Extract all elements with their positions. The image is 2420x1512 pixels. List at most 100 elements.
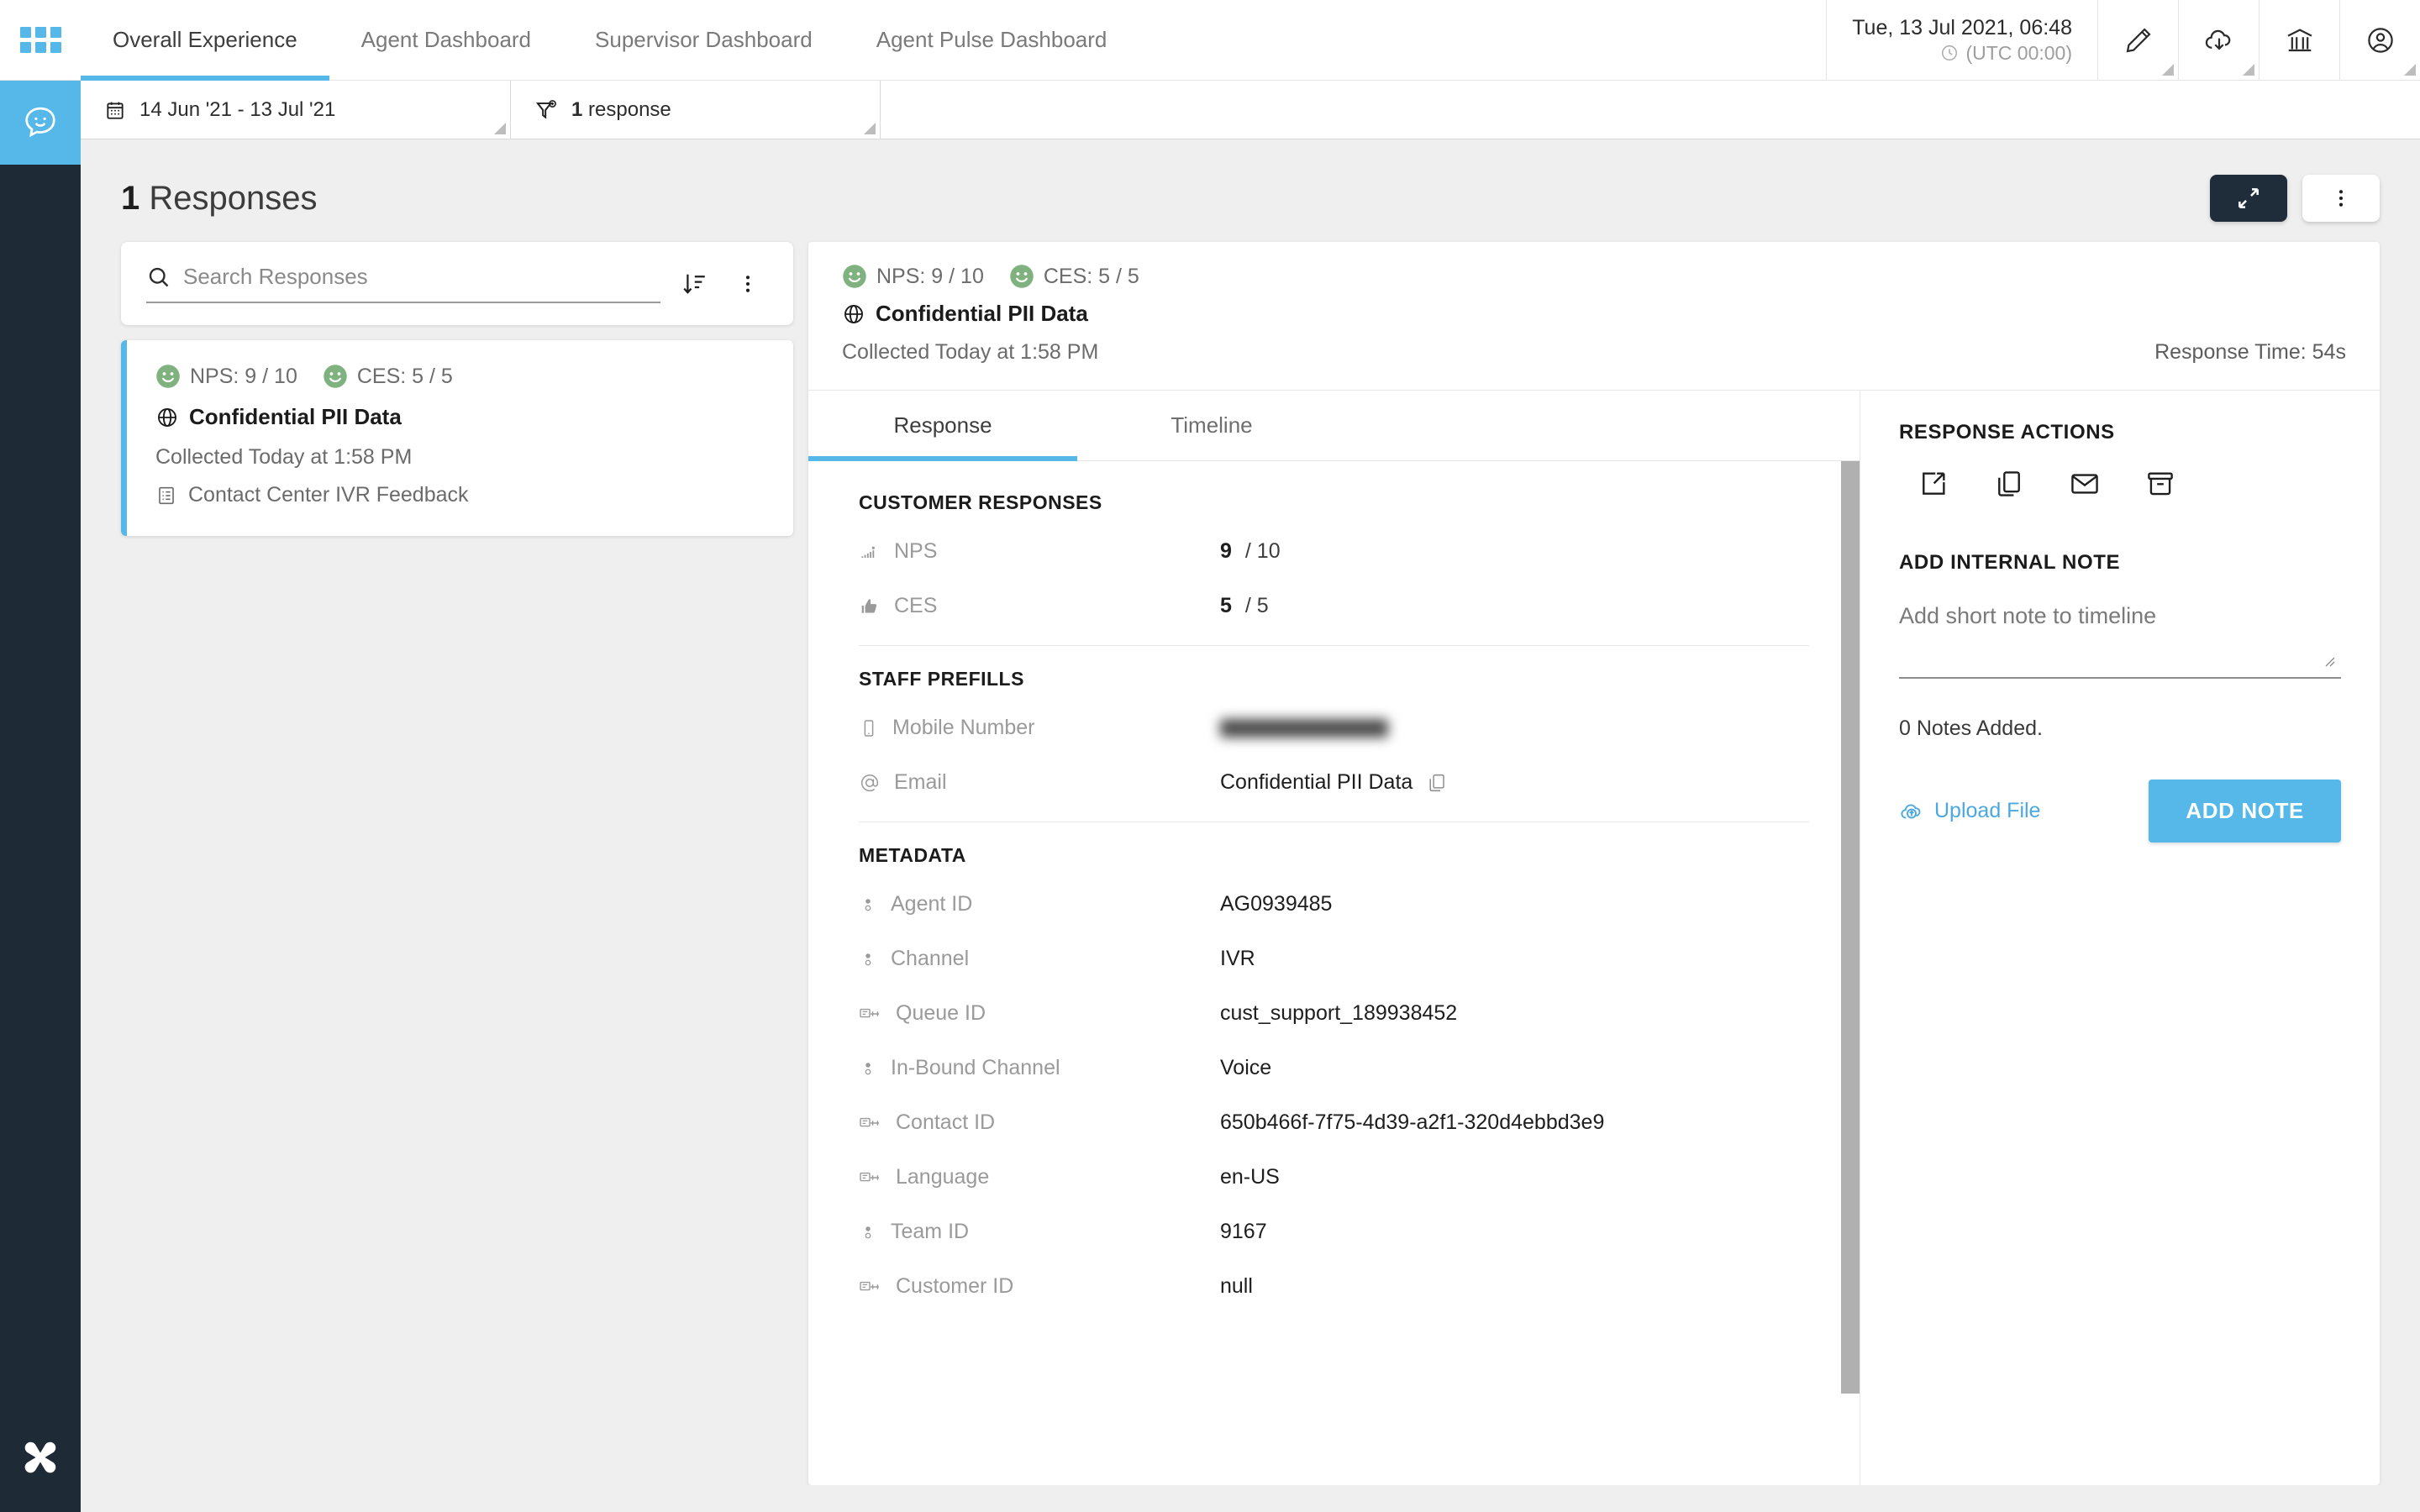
institution-button[interactable] — [2259, 0, 2339, 80]
detail-ces-label: CES: 5 / 5 — [1043, 264, 1139, 288]
notes-count-label: 0 Notes Added. — [1899, 717, 2043, 740]
tab-agent-pulse-dashboard[interactable]: Agent Pulse Dashboard — [844, 0, 1139, 80]
text-field-icon — [860, 1172, 879, 1181]
field-value-text: AG0939485 — [1220, 892, 1333, 916]
field-label: Team ID — [859, 1220, 1220, 1244]
page-header: 1 Responses — [81, 139, 2420, 242]
field-value-redacted — [1220, 718, 1388, 738]
bank-institution-icon — [2287, 28, 2312, 51]
sort-button[interactable] — [672, 270, 716, 297]
list-item-title-text: Confidential PII Data — [189, 404, 402, 429]
tab-label: Agent Dashboard — [360, 27, 532, 52]
filter-add-icon — [535, 99, 556, 119]
edit-button[interactable] — [2097, 0, 2178, 80]
field-label: Queue ID — [859, 1001, 1220, 1026]
apps-launcher-button[interactable] — [0, 0, 81, 81]
tab-label: Response — [893, 412, 992, 438]
open-external-button[interactable] — [1918, 468, 1949, 504]
detail-title: Confidential PII Data — [842, 301, 2346, 327]
response-actions-pane: RESPONSE ACTIONS ADD INTERNAL NOTE Add s… — [1860, 391, 2380, 1485]
left-rail — [0, 0, 81, 1512]
scrollbar-thumb[interactable] — [1841, 461, 1860, 1394]
main-area: Overall Experience Agent Dashboard Super… — [81, 0, 2420, 1512]
section-heading-metadata: METADATA — [859, 844, 966, 866]
response-filter-label: 1 response — [571, 98, 671, 122]
sort-descending-icon — [683, 274, 705, 294]
field-label: Language — [859, 1165, 1220, 1189]
tab-overall-experience[interactable]: Overall Experience — [81, 0, 329, 81]
copy-duplicate-button[interactable] — [1993, 468, 2025, 504]
dropdown-corner — [2243, 64, 2254, 76]
field-label-text: In-Bound Channel — [891, 1056, 1060, 1079]
list-item[interactable]: NPS: 9 / 10 CES: 5 / 5 Confidential PII … — [121, 340, 793, 536]
calendar-icon — [107, 102, 124, 119]
tab-agent-dashboard[interactable]: Agent Dashboard — [329, 0, 563, 80]
add-note-button[interactable]: ADD NOTE — [2149, 780, 2341, 843]
user-account-button[interactable] — [2339, 0, 2420, 80]
timezone-display: (UTC 00:00) — [1940, 42, 2072, 65]
field-value-number: 5 — [1220, 594, 1232, 617]
response-action-buttons — [1899, 468, 2341, 504]
field-value: AG0939485 — [1220, 892, 1332, 916]
field-value-text: null — [1220, 1274, 1253, 1298]
date-range-filter[interactable]: 14 Jun '21 - 13 Jul '21 — [81, 81, 511, 139]
detail-scores: NPS: 9 / 10 CES: 5 / 5 — [842, 264, 2346, 289]
upload-file-button[interactable]: Upload File — [1899, 799, 2040, 824]
archive-button[interactable] — [2144, 468, 2176, 504]
response-filter[interactable]: 1 response — [511, 81, 881, 139]
datetime-display: Tue, 13 Jul 2021, 06:48 (UTC 00:00) — [1826, 0, 2097, 80]
field-value: null — [1220, 1274, 1253, 1299]
search-input[interactable] — [183, 264, 660, 290]
dashboard-tabs: Overall Experience Agent Dashboard Super… — [81, 0, 1139, 81]
field-value-text: IVR — [1220, 947, 1255, 970]
thumbs-up-icon — [861, 598, 877, 613]
tab-label: Agent Pulse Dashboard — [876, 27, 1107, 52]
sidebar-item-feedback[interactable] — [0, 81, 81, 165]
timezone-label: (UTC 00:00) — [1965, 41, 2072, 64]
responses-label: Responses — [149, 179, 318, 217]
tab-label: Timeline — [1171, 412, 1253, 438]
dropdown-corner — [2162, 64, 2174, 76]
field-value-text: 650b466f-7f75-4d39-a2f1-320d4ebbd3e9 — [1220, 1110, 1605, 1134]
page-header-actions — [2210, 175, 2380, 222]
tab-timeline[interactable]: Timeline — [1077, 391, 1346, 460]
copy-icon[interactable] — [1426, 772, 1448, 794]
field-value: Voice — [1220, 1056, 1271, 1080]
field-row-contact-id: Contact ID 650b466f-7f75-4d39-a2f1-320d4… — [859, 1095, 1809, 1150]
detail-collected: Collected Today at 1:58 PM — [842, 340, 1099, 364]
expand-button[interactable] — [2210, 175, 2287, 222]
search-card — [121, 242, 793, 325]
list-more-button[interactable] — [728, 272, 768, 296]
cloud-download-icon — [2205, 29, 2230, 50]
tab-supervisor-dashboard[interactable]: Supervisor Dashboard — [563, 0, 844, 80]
field-label: Channel — [859, 947, 1220, 971]
detail-nps-label: NPS: 9 / 10 — [876, 264, 984, 288]
response-list-column: NPS: 9 / 10 CES: 5 / 5 — [121, 242, 793, 1485]
internal-note-input[interactable] — [1899, 598, 2341, 679]
staff-prefills-rows: Mobile Number Email Confidential PII Dat… — [859, 701, 1809, 810]
download-button[interactable] — [2178, 0, 2259, 80]
smiley-happy-icon — [843, 265, 866, 288]
field-value-text: cust_support_189938452 — [1220, 1001, 1458, 1025]
field-value: 9167 — [1220, 1220, 1267, 1244]
date-range-label: 14 Jun '21 - 13 Jul '21 — [139, 97, 336, 121]
field-row-queue-id: Queue ID cust_support_189938452 — [859, 986, 1809, 1041]
field-label: Email — [859, 770, 1220, 795]
field-value-text: Confidential PII Data — [1220, 770, 1413, 794]
more-vertical-icon — [745, 275, 750, 292]
detail-nps: NPS: 9 / 10 — [842, 264, 984, 289]
field-value-text: en-US — [1220, 1165, 1280, 1189]
brand-logo-icon — [24, 1441, 56, 1473]
more-options-button[interactable] — [2302, 175, 2380, 222]
envelope-mail-icon — [2071, 474, 2098, 494]
response-scrollbar[interactable] — [1841, 461, 1860, 1485]
section-heading-staff-prefills: STAFF PREFILLS — [859, 668, 1024, 690]
dropdown-corner — [864, 123, 876, 134]
email-button[interactable] — [2069, 468, 2101, 504]
field-label-text: Contact ID — [896, 1110, 996, 1134]
response-pane: Response Timeline CUSTOMER RESPONSES NPS… — [808, 391, 1860, 1485]
tab-response[interactable]: Response — [808, 391, 1077, 461]
responses-count: 1 — [121, 179, 140, 217]
section-heading-customer-responses: CUSTOMER RESPONSES — [859, 491, 1102, 513]
field-label-text: Team ID — [891, 1220, 970, 1243]
